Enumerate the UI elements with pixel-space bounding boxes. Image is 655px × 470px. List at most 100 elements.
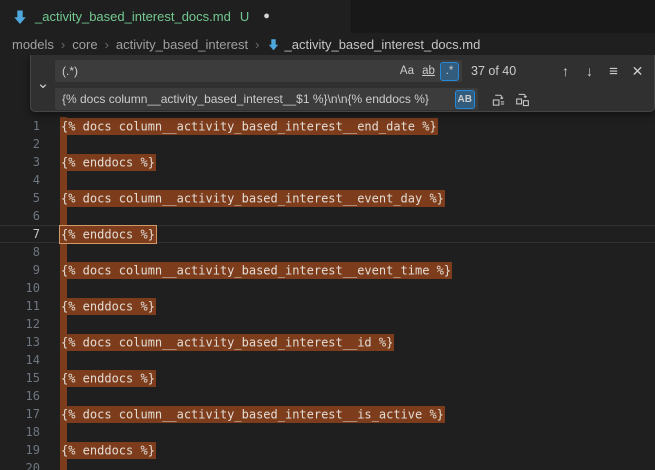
line-number: 12: [0, 317, 40, 331]
toggle-replace-button[interactable]: ⌄: [33, 55, 53, 111]
code-area[interactable]: 1 {% docs column__activity_based_interest…: [0, 55, 655, 470]
line-text: {% docs column__activity_based_interest_…: [60, 261, 452, 279]
replace-input-value: {% docs column__activity_based_interest_…: [62, 92, 453, 106]
line-number: 19: [0, 443, 40, 457]
close-find-widget-button[interactable]: ✕: [627, 61, 648, 82]
line-text: {% docs column__activity_based_interest_…: [60, 117, 438, 135]
code-line-9[interactable]: 9 {% docs column__activity_based_interest…: [0, 261, 655, 279]
line-text: {% docs column__activity_based_interest_…: [60, 405, 445, 423]
find-in-selection-button[interactable]: ≡: [603, 61, 624, 82]
replace-row: {% docs column__activity_based_interest_…: [55, 88, 648, 110]
find-input[interactable]: (.*) Aa ab .*: [55, 60, 462, 82]
selection-lines-icon: ≡: [609, 63, 618, 80]
preserve-case-toggle[interactable]: AB: [455, 90, 475, 109]
line-text: {% enddocs %}: [60, 297, 156, 315]
line-number: 14: [0, 353, 40, 367]
markdown-file-icon: [267, 38, 280, 51]
breadcrumb-item-file[interactable]: _activity_based_interest_docs.md: [267, 37, 481, 52]
line-number: 11: [0, 299, 40, 313]
breadcrumb-file-label: _activity_based_interest_docs.md: [285, 37, 481, 52]
code-line-13[interactable]: 13 {% docs column__activity_based_interes…: [0, 333, 655, 351]
line-number: 13: [0, 335, 40, 349]
line-number: 10: [0, 281, 40, 295]
replace-button[interactable]: [488, 89, 509, 110]
line-number: 7: [0, 227, 40, 241]
replace-input[interactable]: {% docs column__activity_based_interest_…: [55, 88, 478, 110]
close-icon: ✕: [632, 63, 644, 80]
breadcrumb-item-activity-based-interest[interactable]: activity_based_interest: [116, 37, 248, 52]
replace-all-button[interactable]: [512, 89, 533, 110]
regex-toggle[interactable]: .*: [440, 62, 459, 81]
line-number: 9: [0, 263, 40, 277]
code-line-15[interactable]: 15 {% enddocs %}: [0, 369, 655, 387]
chevron-right-icon: ›: [105, 37, 109, 52]
markdown-file-icon: [12, 9, 28, 25]
chevron-down-icon: ⌄: [37, 74, 50, 92]
line-number: 16: [0, 389, 40, 403]
chevron-right-icon: ›: [61, 37, 65, 52]
code-line-7[interactable]: 7 {% enddocs %}: [0, 225, 655, 243]
find-match: {% docs column__activity_based_interest_…: [60, 118, 438, 135]
whole-word-toggle[interactable]: ab: [419, 62, 438, 81]
find-replace-widget: ⌄ (.*) Aa ab .* 37 of 40 ↑ ↓ ≡: [30, 55, 655, 112]
find-match: {% enddocs %}: [60, 370, 156, 387]
code-line-12[interactable]: 12: [0, 315, 655, 333]
line-number: 6: [0, 209, 40, 223]
line-text: {% enddocs %}: [60, 225, 156, 243]
code-line-18[interactable]: 18: [0, 423, 655, 441]
code-line-1[interactable]: 1 {% docs column__activity_based_interest…: [0, 117, 655, 135]
line-number: 3: [0, 155, 40, 169]
line-number: 1: [0, 119, 40, 133]
code-line-2[interactable]: 2: [0, 135, 655, 153]
match-case-toggle[interactable]: Aa: [397, 62, 417, 81]
line-text: {% enddocs %}: [60, 153, 156, 171]
line-number: 2: [0, 137, 40, 151]
find-match: {% enddocs %}: [60, 442, 156, 459]
line-number: 15: [0, 371, 40, 385]
code-line-11[interactable]: 11 {% enddocs %}: [0, 297, 655, 315]
breadcrumb: models › core › activity_based_interest …: [0, 33, 655, 55]
code-line-3[interactable]: 3 {% enddocs %}: [0, 153, 655, 171]
arrow-up-icon: ↑: [562, 63, 569, 79]
replace-all-icon: [515, 92, 530, 107]
code-line-19[interactable]: 19 {% enddocs %}: [0, 441, 655, 459]
find-match: {% enddocs %}: [60, 154, 156, 171]
find-input-value: (.*): [62, 64, 395, 78]
current-find-match: {% enddocs %}: [60, 226, 156, 243]
line-number: 18: [0, 425, 40, 439]
breadcrumb-item-models[interactable]: models: [12, 37, 54, 52]
code-line-14[interactable]: 14: [0, 351, 655, 369]
line-number: 4: [0, 173, 40, 187]
find-match: {% enddocs %}: [60, 298, 156, 315]
next-match-button[interactable]: ↓: [579, 61, 600, 82]
code-line-5[interactable]: 5 {% docs column__activity_based_interest…: [0, 189, 655, 207]
tab-activity-based-interest-docs[interactable]: _activity_based_interest_docs.md U ●: [0, 0, 352, 33]
tab-bar: _activity_based_interest_docs.md U ●: [0, 0, 655, 33]
line-text: {% docs column__activity_based_interest_…: [60, 189, 445, 207]
code-line-20[interactable]: 20: [0, 459, 655, 470]
line-number: 8: [0, 245, 40, 259]
previous-match-button[interactable]: ↑: [555, 61, 576, 82]
line-number: 5: [0, 191, 40, 205]
line-number: 20: [0, 461, 40, 470]
code-line-4[interactable]: 4: [0, 171, 655, 189]
line-number: 17: [0, 407, 40, 421]
find-match: {% docs column__activity_based_interest_…: [60, 334, 394, 351]
code-line-16[interactable]: 16: [0, 387, 655, 405]
arrow-down-icon: ↓: [586, 63, 593, 79]
line-text: {% enddocs %}: [60, 441, 156, 459]
find-match: {% docs column__activity_based_interest_…: [60, 190, 445, 207]
match-count-label: 37 of 40: [471, 64, 516, 78]
editor-pane[interactable]: ⌄ (.*) Aa ab .* 37 of 40 ↑ ↓ ≡: [0, 55, 655, 470]
code-line-6[interactable]: 6: [0, 207, 655, 225]
unsaved-changes-dot[interactable]: ●: [263, 11, 270, 22]
line-text: {% docs column__activity_based_interest_…: [60, 333, 394, 351]
git-status-badge: U: [240, 9, 249, 24]
breadcrumb-item-core[interactable]: core: [72, 37, 97, 52]
tab-title: _activity_based_interest_docs.md: [35, 9, 231, 24]
code-line-8[interactable]: 8: [0, 243, 655, 261]
code-line-10[interactable]: 10: [0, 279, 655, 297]
find-row: (.*) Aa ab .* 37 of 40 ↑ ↓ ≡ ✕: [55, 60, 648, 82]
code-line-17[interactable]: 17 {% docs column__activity_based_interes…: [0, 405, 655, 423]
vscode-window: _activity_based_interest_docs.md U ● mod…: [0, 0, 655, 470]
